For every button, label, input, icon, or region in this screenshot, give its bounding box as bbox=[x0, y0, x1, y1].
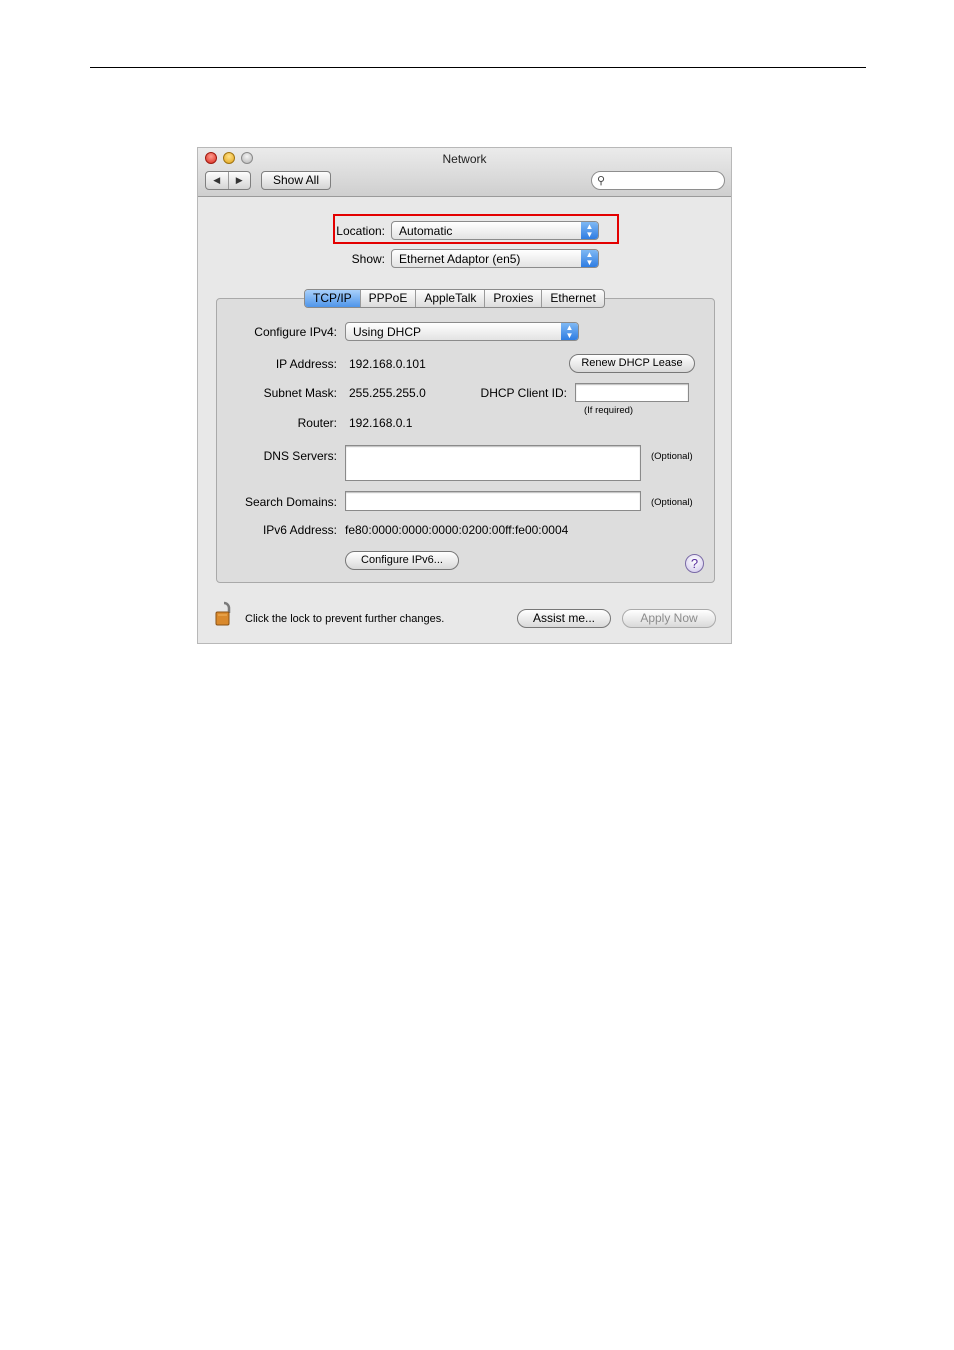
page-header-rule bbox=[90, 67, 866, 68]
back-forward-group: ◀ ▶ bbox=[205, 171, 251, 190]
dns-optional-note: (Optional) bbox=[651, 451, 693, 462]
show-value: Ethernet Adaptor (en5) bbox=[399, 252, 521, 266]
ip-address-label: IP Address: bbox=[275, 357, 337, 371]
tab-pppoe[interactable]: PPPoE bbox=[361, 290, 417, 307]
popup-arrows-icon: ▲ ▼ bbox=[581, 250, 598, 267]
dns-servers-field[interactable] bbox=[345, 445, 641, 481]
ip-address-value: 192.168.0.101 bbox=[349, 357, 426, 371]
ipv6-address-label: IPv6 Address: bbox=[262, 523, 337, 537]
help-icon[interactable]: ? bbox=[685, 554, 704, 573]
titlebar: Network ◀ ▶ Show All ⚲ bbox=[198, 148, 731, 197]
tab-bar: TCP/IP PPPoE AppleTalk Proxies Ethernet bbox=[304, 289, 605, 308]
tab-ethernet[interactable]: Ethernet bbox=[542, 290, 603, 307]
tcpip-panel: Configure IPv4: Using DHCP ▲ ▼ IP Address… bbox=[216, 298, 715, 583]
forward-arrow-icon: ▶ bbox=[235, 175, 243, 185]
popup-arrows-icon: ▲ ▼ bbox=[581, 222, 598, 239]
tab-tcpip[interactable]: TCP/IP bbox=[305, 290, 361, 307]
search-domains-field[interactable] bbox=[345, 491, 641, 511]
configure-ipv6-button[interactable]: Configure IPv6... bbox=[345, 551, 459, 570]
location-value: Automatic bbox=[399, 224, 453, 238]
if-required-note: (If required) bbox=[584, 405, 634, 416]
location-label: Location: bbox=[336, 224, 385, 238]
location-popup[interactable]: Automatic ▲ ▼ bbox=[391, 221, 599, 240]
tab-appletalk[interactable]: AppleTalk bbox=[416, 290, 486, 307]
show-label: Show: bbox=[351, 252, 385, 266]
search-field[interactable]: ⚲ bbox=[591, 171, 725, 190]
router-value: 192.168.0.1 bbox=[349, 416, 413, 430]
configure-ipv4-value: Using DHCP bbox=[353, 325, 422, 339]
lock-icon[interactable] bbox=[215, 600, 233, 626]
subnet-mask-label: Subnet Mask: bbox=[263, 386, 337, 400]
configure-ipv4-label: Configure IPv4: bbox=[254, 325, 337, 339]
show-popup[interactable]: Ethernet Adaptor (en5) ▲ ▼ bbox=[391, 249, 599, 268]
tab-proxies[interactable]: Proxies bbox=[485, 290, 543, 307]
back-button[interactable]: ◀ bbox=[206, 172, 229, 189]
router-label: Router: bbox=[297, 416, 337, 430]
lock-message: Click the lock to prevent further change… bbox=[245, 613, 445, 625]
show-all-button[interactable]: Show All bbox=[261, 171, 331, 190]
renew-dhcp-lease-button[interactable]: Renew DHCP Lease bbox=[569, 354, 695, 373]
configure-ipv4-popup[interactable]: Using DHCP ▲ ▼ bbox=[345, 322, 579, 341]
popup-arrows-icon: ▲ ▼ bbox=[561, 323, 578, 340]
dhcp-client-id-label: DHCP Client ID: bbox=[480, 386, 567, 400]
window-title: Network bbox=[442, 152, 487, 166]
forward-button[interactable]: ▶ bbox=[229, 172, 251, 189]
back-arrow-icon: ◀ bbox=[213, 175, 221, 185]
subnet-mask-value: 255.255.255.0 bbox=[349, 386, 426, 400]
apply-now-button[interactable]: Apply Now bbox=[622, 609, 716, 628]
network-window: Network ◀ ▶ Show All ⚲ Location: Automat… bbox=[197, 147, 732, 644]
magnifier-icon: ⚲ bbox=[597, 175, 606, 187]
search-domains-label: Search Domains: bbox=[244, 495, 337, 509]
dhcp-client-id-field[interactable] bbox=[575, 383, 689, 402]
dns-servers-label: DNS Servers: bbox=[263, 449, 337, 463]
assist-me-button[interactable]: Assist me... bbox=[517, 609, 611, 628]
ipv6-address-value: fe80:0000:0000:0000:0200:00ff:fe00:0004 bbox=[345, 523, 569, 537]
search-optional-note: (Optional) bbox=[651, 497, 693, 508]
